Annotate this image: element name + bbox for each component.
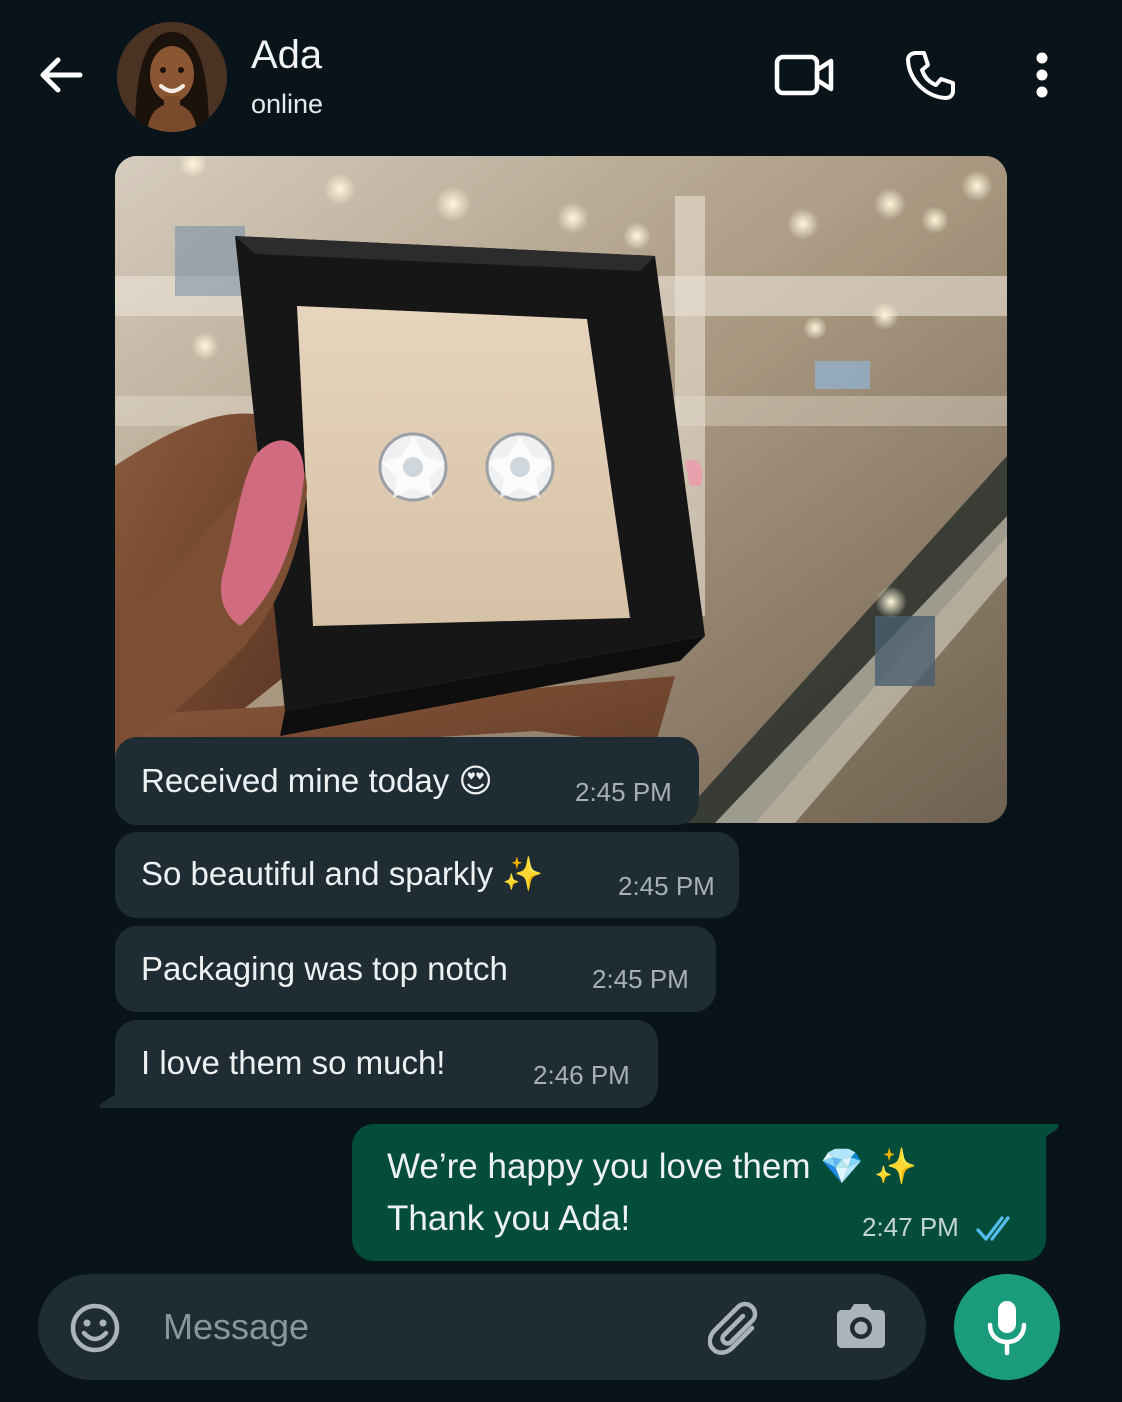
back-arrow-icon[interactable] [34, 48, 88, 102]
message-text: Packaging was top notch [141, 950, 508, 987]
message-time: 2:46 PM [533, 1060, 630, 1090]
earring-right-icon [485, 432, 555, 502]
message-text: So beautiful and sparkly ✨ [141, 855, 544, 892]
message-bubble-outgoing[interactable]: We’re happy you love them 💎 ✨ Thank you … [352, 1124, 1046, 1261]
bubble-tail-outgoing [1030, 1124, 1059, 1146]
contact-name[interactable]: Ada [251, 33, 322, 78]
avatar[interactable] [117, 22, 227, 132]
attach-icon[interactable] [707, 1300, 766, 1361]
message-time: 2:45 PM [592, 964, 689, 994]
message-text-line-1: We’re happy you love them 💎 ✨ [387, 1147, 918, 1186]
mic-button[interactable] [954, 1274, 1060, 1380]
message-bubble-incoming[interactable]: Received mine today 😍 2:45 PM [115, 737, 699, 825]
chat-header: Ada online [0, 0, 1122, 150]
contact-status: online [251, 89, 324, 119]
message-text-line-2: Thank you Ada! [387, 1199, 631, 1238]
message-time: 2:45 PM [575, 777, 672, 807]
message-input[interactable]: Message [163, 1306, 309, 1348]
emoji-icon[interactable] [68, 1301, 122, 1360]
message-time: 2:45 PM [618, 871, 715, 901]
more-vert-icon[interactable] [1007, 40, 1077, 110]
message-bubble-incoming[interactable]: Packaging was top notch 2:45 PM [115, 926, 716, 1012]
video-call-icon[interactable] [770, 40, 840, 110]
image-message[interactable] [115, 156, 1007, 823]
message-composer[interactable]: Message [38, 1274, 926, 1380]
message-bubble-incoming[interactable]: So beautiful and sparkly ✨ 2:45 PM [115, 832, 739, 918]
message-text: Received mine today 😍 [141, 762, 493, 799]
bubble-tail-incoming [99, 1086, 128, 1108]
chat-screen: Ada online Received mine today 😍 2:45 PM… [0, 0, 1122, 1402]
earring-left-icon [378, 432, 448, 502]
double-check-icon [976, 1216, 1010, 1241]
message-text: I love them so much! [141, 1044, 446, 1081]
mic-icon [987, 1301, 1027, 1356]
camera-icon[interactable] [833, 1301, 889, 1356]
phone-icon[interactable] [895, 40, 965, 110]
earrings-box-photo [115, 156, 1007, 823]
message-bubble-incoming[interactable]: I love them so much! 2:46 PM [115, 1020, 658, 1108]
message-time: 2:47 PM [862, 1212, 959, 1242]
